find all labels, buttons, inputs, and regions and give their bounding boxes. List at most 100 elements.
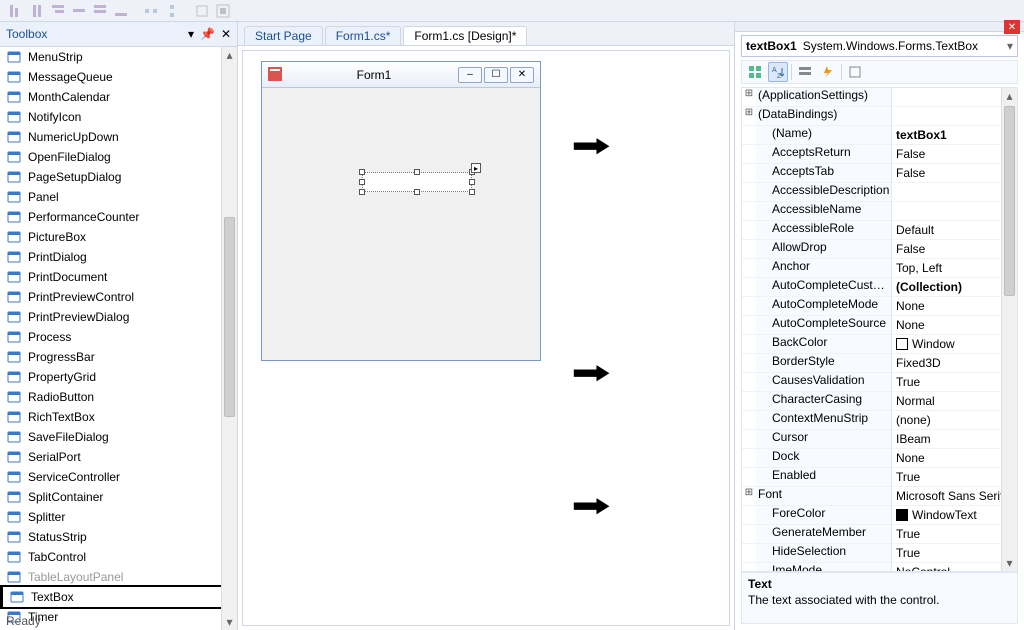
toolbox-item-picturebox[interactable]: PictureBox <box>0 227 237 247</box>
property-value[interactable]: True <box>892 373 1017 391</box>
property-value[interactable]: False <box>892 145 1017 163</box>
toolbox-item-process[interactable]: Process <box>0 327 237 347</box>
document-tab[interactable]: Form1.cs [Design]* <box>403 26 527 45</box>
scroll-up-icon[interactable]: ▴ <box>1002 88 1017 104</box>
properties-grid[interactable]: ⊞ (ApplicationSettings) ⊞ (DataBindings)… <box>741 87 1018 572</box>
close-icon[interactable]: ✕ <box>221 27 231 41</box>
property-row[interactable]: AcceptsReturn False <box>742 145 1017 164</box>
property-row[interactable]: ⊞ Font Microsoft Sans Serif, 8.25pt <box>742 487 1017 506</box>
toolbox-item-numericupdown[interactable]: NumericUpDown <box>0 127 237 147</box>
toolbox-item-progressbar[interactable]: ProgressBar <box>0 347 237 367</box>
form-designer[interactable]: Form1 – ☐ ✕ ▸ <box>261 61 541 361</box>
property-row[interactable]: ⊞ (DataBindings) <box>742 107 1017 126</box>
scroll-down-icon[interactable]: ▾ <box>1002 555 1017 571</box>
resize-handle[interactable] <box>359 189 365 195</box>
property-row[interactable]: BorderStyle Fixed3D <box>742 354 1017 373</box>
property-row[interactable]: ⊞ (ApplicationSettings) <box>742 88 1017 107</box>
property-row[interactable]: Cursor IBeam <box>742 430 1017 449</box>
properties-object-selector[interactable]: textBox1 System.Windows.Forms.TextBox ▾ <box>741 35 1018 57</box>
toolbox-item-richtextbox[interactable]: RichTextBox <box>0 407 237 427</box>
toolbox-item-radiobutton[interactable]: RadioButton <box>0 387 237 407</box>
designer-canvas[interactable]: Form1 – ☐ ✕ ▸ <box>242 50 730 626</box>
smart-tag-icon[interactable]: ▸ <box>471 163 481 173</box>
property-value[interactable]: True <box>892 525 1017 543</box>
property-row[interactable]: AcceptsTab False <box>742 164 1017 183</box>
property-value[interactable]: Normal <box>892 392 1017 410</box>
toolbox-item-splitter[interactable]: Splitter <box>0 507 237 527</box>
expand-icon[interactable]: ⊞ <box>742 88 756 106</box>
property-value[interactable]: None <box>892 449 1017 467</box>
resize-handle[interactable] <box>414 169 420 175</box>
toolbox-item-serialport[interactable]: SerialPort <box>0 447 237 467</box>
toolbox-item-printdialog[interactable]: PrintDialog <box>0 247 237 267</box>
toolbox-item-savefiledialog[interactable]: SaveFileDialog <box>0 427 237 447</box>
resize-handle[interactable] <box>359 179 365 185</box>
property-value[interactable]: Fixed3D <box>892 354 1017 372</box>
toolbox-item-performancecounter[interactable]: PerformanceCounter <box>0 207 237 227</box>
property-value[interactable]: textBox1 <box>892 126 1017 144</box>
property-row[interactable]: HideSelection True <box>742 544 1017 563</box>
toolbox-item-statusstrip[interactable]: StatusStrip <box>0 527 237 547</box>
toolbox-item-tabcontrol[interactable]: TabControl <box>0 547 237 567</box>
property-value[interactable]: (none) <box>892 411 1017 429</box>
property-value[interactable]: NoControl <box>892 563 1017 572</box>
toolbox-item-printdocument[interactable]: PrintDocument <box>0 267 237 287</box>
expand-icon[interactable]: ⊞ <box>742 107 756 125</box>
property-value[interactable]: (Collection) <box>892 278 1017 296</box>
property-value[interactable]: Window <box>892 335 1017 353</box>
property-row[interactable]: AllowDrop False <box>742 240 1017 259</box>
toolbox-item-textbox[interactable]: TextBox <box>0 585 237 609</box>
property-value[interactable]: IBeam <box>892 430 1017 448</box>
toolbox-item-monthcalendar[interactable]: MonthCalendar <box>0 87 237 107</box>
toolbox-item-printpreviewdialog[interactable]: PrintPreviewDialog <box>0 307 237 327</box>
properties-view-icon[interactable] <box>795 62 815 82</box>
toolbox-item-menustrip[interactable]: MenuStrip <box>0 47 237 67</box>
document-tab[interactable]: Start Page <box>244 26 323 45</box>
toolbox-item-propertygrid[interactable]: PropertyGrid <box>0 367 237 387</box>
property-value[interactable]: Default <box>892 221 1017 239</box>
property-value[interactable]: Top, Left <box>892 259 1017 277</box>
property-row[interactable]: AccessibleDescription <box>742 183 1017 202</box>
dropdown-icon[interactable]: ▾ <box>188 27 194 41</box>
toolbox-item-servicecontroller[interactable]: ServiceController <box>0 467 237 487</box>
property-value[interactable]: False <box>892 164 1017 182</box>
document-tab[interactable]: Form1.cs* <box>325 26 402 45</box>
property-row[interactable]: Anchor Top, Left <box>742 259 1017 278</box>
scroll-up-icon[interactable]: ▴ <box>222 47 237 63</box>
property-value[interactable] <box>892 202 1017 220</box>
property-value[interactable]: None <box>892 316 1017 334</box>
toolbox-item-notifyicon[interactable]: NotifyIcon <box>0 107 237 127</box>
property-row[interactable]: GenerateMember True <box>742 525 1017 544</box>
property-value[interactable]: True <box>892 468 1017 486</box>
alphabetical-icon[interactable]: AZ <box>768 62 788 82</box>
resize-handle[interactable] <box>469 179 475 185</box>
properties-scrollbar[interactable]: ▴ ▾ <box>1001 88 1017 571</box>
property-value[interactable] <box>892 88 1017 106</box>
pin-icon[interactable]: 📌 <box>200 27 215 41</box>
property-value[interactable] <box>892 183 1017 201</box>
toolbox-scrollbar[interactable]: ▴ ▾ <box>221 47 237 630</box>
property-row[interactable]: CausesValidation True <box>742 373 1017 392</box>
property-row[interactable]: ContextMenuStrip (none) <box>742 411 1017 430</box>
property-pages-icon[interactable] <box>845 62 865 82</box>
property-value[interactable]: False <box>892 240 1017 258</box>
property-row[interactable]: AccessibleName <box>742 202 1017 221</box>
toolbox-item-messagequeue[interactable]: MessageQueue <box>0 67 237 87</box>
toolbox-item-printpreviewcontrol[interactable]: PrintPreviewControl <box>0 287 237 307</box>
property-value[interactable]: None <box>892 297 1017 315</box>
toolbox-item-pagesetupdialog[interactable]: PageSetupDialog <box>0 167 237 187</box>
property-value[interactable] <box>892 107 1017 125</box>
property-value[interactable]: True <box>892 544 1017 562</box>
property-row[interactable]: ImeMode NoControl <box>742 563 1017 572</box>
textbox-control-selected[interactable]: ▸ <box>362 172 472 192</box>
categorized-icon[interactable] <box>745 62 765 82</box>
property-row[interactable]: (Name) textBox1 <box>742 126 1017 145</box>
property-row[interactable]: Dock None <box>742 449 1017 468</box>
toolbox-item-openfiledialog[interactable]: OpenFileDialog <box>0 147 237 167</box>
expand-icon[interactable]: ⊞ <box>742 487 756 505</box>
property-row[interactable]: AutoCompleteMode None <box>742 297 1017 316</box>
events-icon[interactable] <box>818 62 838 82</box>
scroll-down-icon[interactable]: ▾ <box>222 614 237 630</box>
toolbox-item-splitcontainer[interactable]: SplitContainer <box>0 487 237 507</box>
property-value[interactable]: Microsoft Sans Serif, 8.25pt <box>892 487 1017 505</box>
